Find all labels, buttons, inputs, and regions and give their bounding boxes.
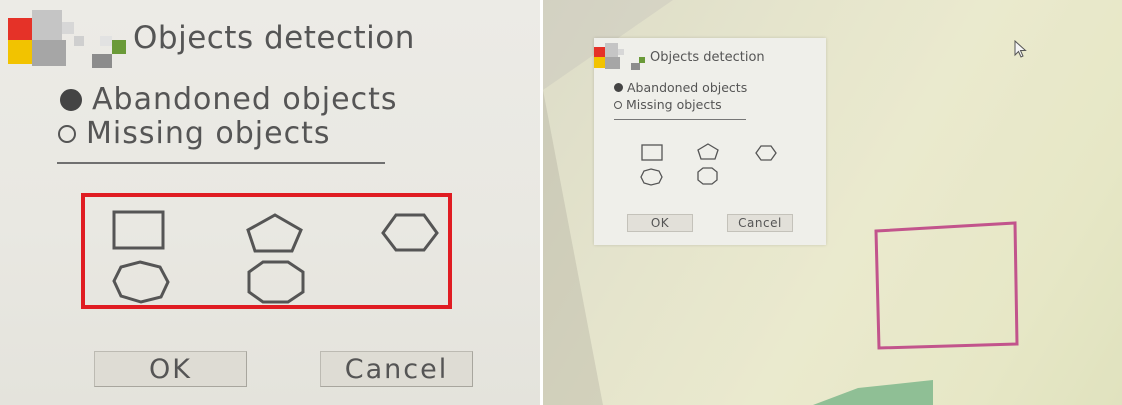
objects-detection-dialog: Objects detection Abandoned objects Miss… (594, 38, 826, 245)
cancel-button[interactable]: Cancel (320, 351, 473, 387)
heptagon-shape-icon[interactable] (640, 168, 663, 186)
zoomed-dialog-view: Objects detection Abandoned objects Miss… (0, 0, 540, 405)
hexagon-shape-icon[interactable] (755, 145, 777, 161)
octagon-shape-icon[interactable] (247, 260, 305, 304)
rectangle-shape-icon[interactable] (112, 210, 165, 250)
shape-selector (112, 210, 439, 304)
green-object (813, 380, 933, 405)
pentagon-shape-icon[interactable] (246, 213, 303, 253)
heptagon-shape-icon[interactable] (112, 260, 170, 304)
pentagon-shape-icon[interactable] (697, 143, 719, 160)
detection-region-box (874, 221, 1019, 350)
mouse-pointer-icon (1014, 40, 1027, 58)
octagon-shape-icon[interactable] (697, 167, 718, 185)
camera-view: Objects detection Abandoned objects Miss… (543, 0, 1122, 405)
ok-button[interactable]: OK (627, 214, 693, 232)
ok-button[interactable]: OK (94, 351, 247, 387)
hexagon-shape-icon[interactable] (381, 213, 439, 252)
cancel-button[interactable]: Cancel (727, 214, 793, 232)
rectangle-shape-icon[interactable] (641, 144, 663, 161)
